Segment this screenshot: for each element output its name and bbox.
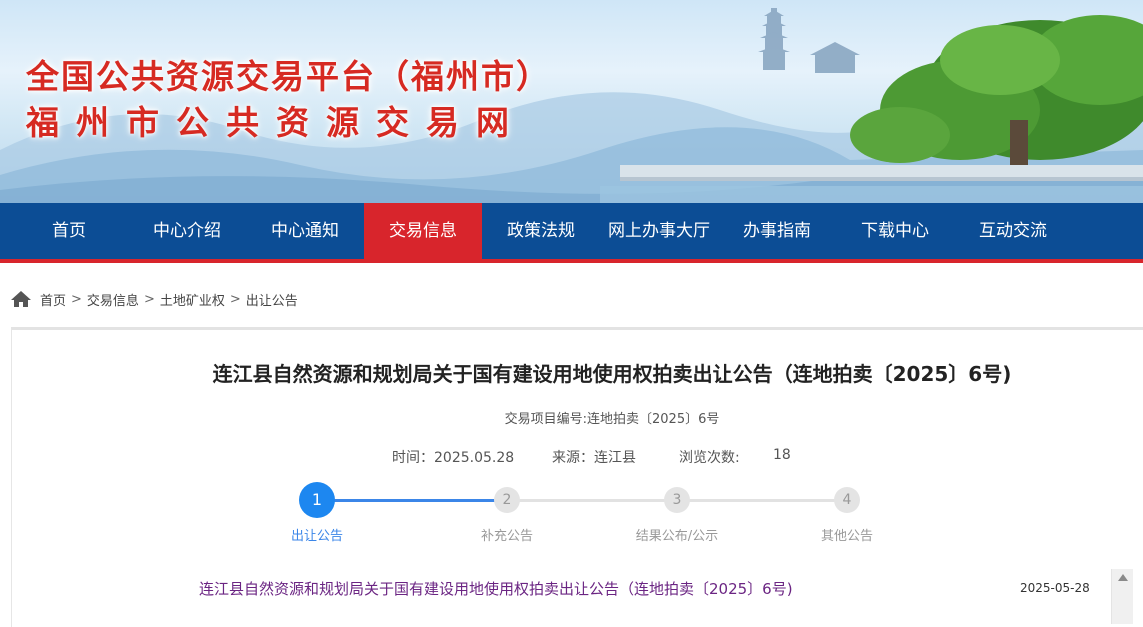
- step-progress-line: [317, 499, 507, 502]
- breadcrumb-land-mining[interactable]: 土地矿业权: [160, 290, 225, 309]
- breadcrumb-transfer-notice[interactable]: 出让公告: [246, 290, 298, 309]
- article-title: 连江县自然资源和规划局关于国有建设用地使用权拍卖出让公告（连地拍卖〔2025〕6…: [212, 362, 1012, 386]
- breadcrumb-home[interactable]: 首页: [40, 290, 66, 309]
- breadcrumb-separator: >: [143, 291, 155, 307]
- scroll-up-arrow-icon[interactable]: [1118, 574, 1128, 581]
- publish-time: 时间：2025.05.28: [392, 450, 515, 466]
- nav-home[interactable]: 首页: [10, 203, 128, 259]
- step-3-label[interactable]: 结果公布/公示: [617, 525, 737, 544]
- step-1-label[interactable]: 出让公告: [257, 525, 377, 544]
- article-panel: 连江县自然资源和规划局关于国有建设用地使用权拍卖出让公告（连地拍卖〔2025〕6…: [11, 327, 1143, 627]
- nav-downloads[interactable]: 下载中心: [836, 203, 954, 259]
- list-scrollbar[interactable]: [1111, 569, 1133, 624]
- step-4-label[interactable]: 其他公告: [787, 525, 907, 544]
- breadcrumb-trade-info[interactable]: 交易信息: [87, 290, 139, 309]
- site-banner: 全国公共资源交易平台（福州市） 福州市公共资源交易网: [0, 0, 1143, 203]
- nav-service-guide[interactable]: 办事指南: [718, 203, 836, 259]
- step-3-circle[interactable]: 3: [664, 487, 690, 513]
- nav-about-center[interactable]: 中心介绍: [128, 203, 246, 259]
- site-title: 全国公共资源交易平台（福州市）: [26, 57, 551, 96]
- nav-center-notices[interactable]: 中心通知: [246, 203, 364, 259]
- main-nav: 首页 中心介绍 中心通知 交易信息 政策法规 网上办事大厅 办事指南 下载中心 …: [0, 203, 1143, 259]
- project-code: 交易项目编号:连地拍卖〔2025〕6号: [504, 412, 720, 427]
- breadcrumb-separator: >: [71, 291, 82, 307]
- view-count-label: 浏览次数:: [679, 450, 740, 466]
- notice-list-date: 2025-05-28: [1020, 581, 1090, 595]
- nav-interaction[interactable]: 互动交流: [954, 203, 1072, 259]
- step-progress-line: [507, 499, 677, 502]
- home-icon: [11, 291, 31, 307]
- breadcrumb: 首页 > 交易信息 > 土地矿业权 > 出让公告: [0, 263, 1143, 335]
- nav-trade-info[interactable]: 交易信息: [364, 203, 482, 259]
- step-4-circle[interactable]: 4: [834, 487, 860, 513]
- nav-policies[interactable]: 政策法规: [482, 203, 600, 259]
- step-2-circle[interactable]: 2: [494, 487, 520, 513]
- article-source: 来源：连江县: [552, 450, 636, 466]
- step-progress-line: [677, 499, 847, 502]
- step-2-label[interactable]: 补充公告: [447, 525, 567, 544]
- step-1-circle[interactable]: 1: [299, 482, 335, 518]
- site-subtitle: 福州市公共资源交易网: [26, 103, 526, 142]
- notice-list-item[interactable]: 连江县自然资源和规划局关于国有建设用地使用权拍卖出让公告（连地拍卖〔2025〕6…: [199, 578, 793, 599]
- nav-online-service-hall[interactable]: 网上办事大厅: [600, 203, 718, 259]
- view-count: 18: [773, 447, 791, 463]
- breadcrumb-separator: >: [229, 291, 241, 307]
